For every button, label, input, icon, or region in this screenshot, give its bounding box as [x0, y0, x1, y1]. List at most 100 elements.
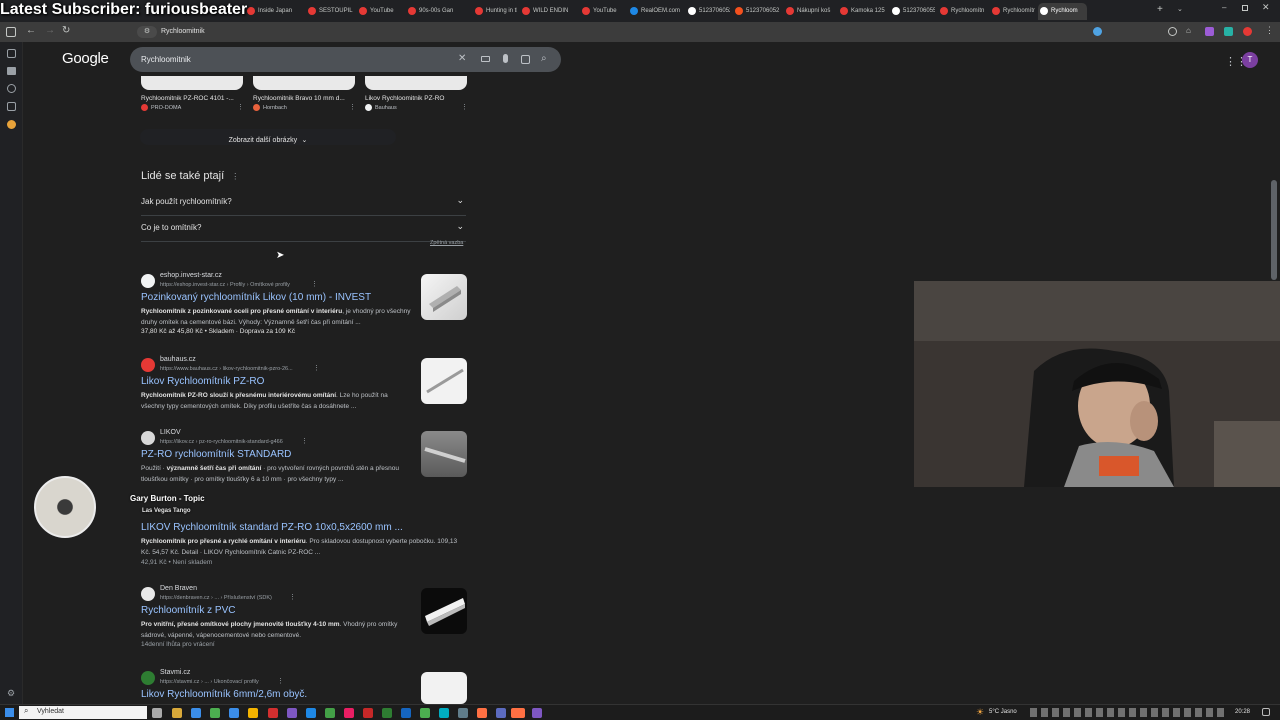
browser-tab[interactable]: Inside Japan [245, 3, 303, 20]
tab-search-icon[interactable]: ⌄ [1177, 5, 1183, 13]
result-thumbnail[interactable] [421, 431, 467, 477]
site-url[interactable]: https://stavmi.cz › ... › Ukončovací pro… [160, 679, 259, 685]
result-title-link[interactable]: PZ-RO rychloomítník STANDARD [141, 449, 291, 460]
feedback-link[interactable]: Zpětná vazba [430, 240, 463, 246]
browser-tab[interactable]: Rychloomítn [990, 3, 1035, 20]
taskbar-app-icon[interactable] [344, 708, 354, 718]
sidebar-wallet-icon[interactable] [7, 67, 16, 75]
paa-question[interactable]: Co je to omítník? ⌄ [141, 218, 466, 242]
notifications-icon[interactable] [1262, 708, 1270, 716]
browser-tab[interactable]: SESTOUPIL Z [306, 3, 354, 20]
forward-button[interactable]: → [45, 25, 55, 36]
taskbar-app-icon[interactable] [248, 708, 258, 718]
clear-search-icon[interactable]: ✕ [458, 53, 466, 64]
page-scrollbar[interactable] [1271, 180, 1277, 280]
result-title-link[interactable]: Pozinkovaný rychloomítník Likov (10 mm) … [141, 292, 371, 303]
image-result-options-icon[interactable]: ⋮ [237, 103, 244, 111]
image-result-options-icon[interactable]: ⋮ [461, 103, 468, 111]
taskbar-app-icon[interactable] [191, 708, 201, 718]
browser-tab[interactable]: Rychloomítn [938, 3, 987, 20]
site-name[interactable]: bauhaus.cz [160, 356, 196, 363]
site-name[interactable]: Den Braven [160, 585, 197, 592]
browser-tab[interactable]: Rychloom [1038, 3, 1087, 20]
sidebar-settings-icon[interactable]: ⚙ [7, 688, 15, 699]
back-button[interactable]: ← [26, 25, 36, 36]
site-url[interactable]: https://eshop.invest-star.cz › Profily ›… [160, 282, 290, 288]
image-result-thumbnail[interactable] [141, 76, 243, 90]
search-box[interactable]: Rychloomitnik ✕ ⌕ [130, 47, 561, 72]
sidebar-toggle-icon[interactable] [6, 27, 16, 37]
extensions-puzzle-icon[interactable]: ⌂ [1186, 26, 1191, 35]
result-title-link[interactable]: Likov Rychloomítník PZ-RO [141, 376, 264, 387]
taskbar-app-icon[interactable] [458, 708, 468, 718]
more-images-button[interactable]: Zobrazit další obrázky ⌄ [140, 129, 396, 145]
taskbar-app-icon[interactable] [496, 708, 506, 718]
extension-purple-icon[interactable] [1205, 27, 1214, 36]
result-title-link[interactable]: Rychloomítník z PVC [141, 605, 235, 616]
site-url[interactable]: https://www.bauhaus.cz › likov-rychloomi… [160, 366, 293, 372]
taskbar-app-icon[interactable] [420, 708, 430, 718]
keyboard-icon[interactable] [481, 56, 490, 62]
browser-tab[interactable]: YouTube [580, 3, 625, 20]
result-thumbnail[interactable] [421, 588, 467, 634]
start-icon[interactable] [5, 708, 14, 717]
image-result-card[interactable]: Rychloomitnik PZ-ROC 4101 -... PRO-DOMA ⋮ [141, 76, 244, 111]
site-name[interactable]: eshop.invest-star.cz [160, 272, 222, 279]
result-thumbnail[interactable] [421, 672, 467, 704]
sidebar-history-icon[interactable] [7, 84, 16, 93]
taskbar-app-icon[interactable] [325, 708, 335, 718]
sidebar-downloads-icon[interactable] [7, 102, 16, 111]
site-url[interactable]: https://denbraven.cz › ... › Příslušenst… [160, 595, 272, 601]
result-options-icon[interactable]: ⋮ [311, 280, 318, 288]
image-result-options-icon[interactable]: ⋮ [349, 103, 356, 111]
result-options-icon[interactable]: ⋮ [301, 437, 308, 445]
taskbar-search[interactable]: ⌕ Vyhledat [19, 706, 147, 719]
lens-search-icon[interactable] [521, 55, 530, 64]
result-options-icon[interactable]: ⋮ [313, 364, 320, 372]
site-name[interactable]: LIKOV [160, 429, 181, 436]
browser-tab[interactable]: 90s-00s Gan [406, 3, 470, 20]
clock[interactable]: 20:28 [1235, 709, 1250, 715]
image-result-card[interactable]: Likov Rychloomitnik PZ-RO Bauhaus ⋮ [365, 76, 468, 111]
taskbar-app-icon[interactable] [152, 708, 162, 718]
browser-tab[interactable]: Kamoka 125 [838, 3, 887, 20]
taskbar-app-icon[interactable] [287, 708, 297, 718]
extension-icon[interactable] [1168, 27, 1177, 36]
taskbar-app-icon[interactable] [363, 708, 373, 718]
image-result-title[interactable]: Rychloomitnik PZ-ROC 4101 -... [141, 95, 243, 102]
taskbar-app-icon[interactable] [382, 708, 392, 718]
account-avatar[interactable]: T [1242, 52, 1258, 68]
result-title-link[interactable]: Likov Rychloomítník 6mm/2,6m obyč. [141, 689, 307, 700]
browser-tab[interactable]: WILD ENDIN [520, 3, 577, 20]
browser-tab[interactable]: 5123706052 [733, 3, 781, 20]
image-result-title[interactable]: Rychloomitnik Bravo 10 mm d... [253, 95, 355, 102]
close-window-button[interactable]: ✕ [1262, 2, 1270, 13]
taskbar-app-icon[interactable] [439, 708, 449, 718]
browser-tab[interactable]: Nákupní koš [784, 3, 835, 20]
extension-teal-icon[interactable] [1224, 27, 1233, 36]
sidebar-ai-icon[interactable] [7, 49, 16, 58]
taskbar-app-icon[interactable] [306, 708, 316, 718]
search-icon[interactable]: ⌕ [541, 53, 547, 64]
taskbar-app-icon[interactable] [210, 708, 220, 718]
browser-menu-icon[interactable]: ⋮ [1265, 25, 1274, 36]
url-text[interactable]: Rychloomitnik [161, 28, 205, 35]
browser-tab[interactable]: 5123706055 [890, 3, 935, 20]
google-logo[interactable]: Google [62, 50, 109, 67]
minimize-button[interactable]: – [1222, 3, 1226, 12]
taskbar-app-icon[interactable] [401, 708, 411, 718]
more-options-icon[interactable]: ⋮ [231, 172, 239, 181]
extension-red-icon[interactable] [1243, 27, 1252, 36]
paa-question[interactable]: Jak použít rychloomítník? ⌄ [141, 192, 466, 216]
image-result-thumbnail[interactable] [365, 76, 467, 90]
translate-icon[interactable] [1093, 27, 1102, 36]
result-options-icon[interactable]: ⋮ [277, 677, 284, 685]
image-result-title[interactable]: Likov Rychloomitnik PZ-RO [365, 95, 467, 102]
browser-tab[interactable]: YouTube [357, 3, 403, 20]
taskbar-app-icon[interactable] [477, 708, 487, 718]
result-options-icon[interactable]: ⋮ [289, 593, 296, 601]
browser-tab[interactable]: Hunting in th [473, 3, 517, 20]
result-thumbnail[interactable] [421, 274, 467, 320]
taskbar-app-icon[interactable] [268, 708, 278, 718]
tray-icons[interactable] [1030, 708, 1225, 717]
